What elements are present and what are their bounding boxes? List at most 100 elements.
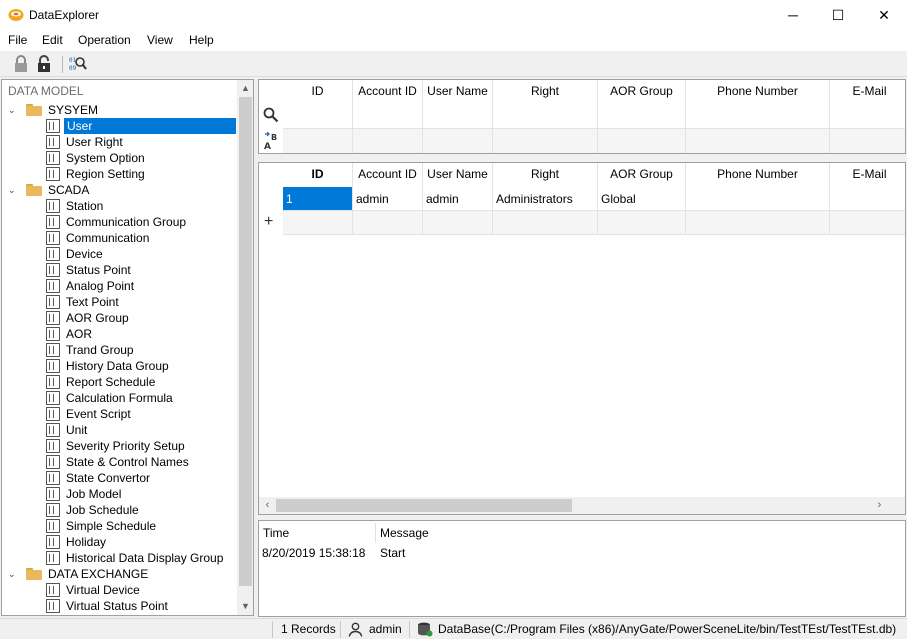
add-row-icon[interactable]: + (264, 213, 273, 231)
filter-column-header[interactable]: AOR Group (598, 80, 686, 128)
tree-item[interactable]: AOR Group (2, 310, 236, 326)
sort-az-icon[interactable]: B A (263, 132, 279, 150)
close-button[interactable]: ✕ (861, 0, 907, 30)
filter-column-header[interactable]: Phone Number (686, 80, 830, 128)
toolbar: 01 09 (0, 51, 907, 77)
tree-item[interactable]: Virtual Status Point (2, 598, 236, 614)
grid-cell[interactable]: 1 (283, 187, 353, 211)
tree-item[interactable]: Unit (2, 422, 236, 438)
tree-item[interactable]: Calculation Formula (2, 390, 236, 406)
scroll-left-arrow-icon[interactable]: ‹ (259, 497, 276, 514)
tree-item[interactable]: Severity Priority Setup (2, 438, 236, 454)
scroll-thumb[interactable] (276, 499, 572, 512)
grid-cell[interactable] (830, 187, 905, 211)
tree-item[interactable]: User Right (2, 134, 236, 150)
status-separator (340, 621, 341, 638)
tree-item[interactable]: Report Schedule (2, 374, 236, 390)
menu-operation[interactable]: Operation (78, 33, 131, 47)
filter-input-cell[interactable] (686, 128, 830, 153)
tree-item[interactable]: Simple Schedule (2, 518, 236, 534)
grid-column-header[interactable]: Right (493, 163, 598, 187)
scroll-right-arrow-icon[interactable]: › (871, 497, 888, 514)
new-row-cell[interactable] (353, 211, 423, 235)
tree-item[interactable]: Status Point (2, 262, 236, 278)
grid-column-header[interactable]: E-Mail (830, 163, 905, 187)
scroll-up-arrow-icon[interactable]: ▲ (237, 80, 253, 97)
grid-column-header[interactable]: ID (283, 163, 353, 187)
filter-input-cell[interactable] (598, 128, 686, 153)
tree-item[interactable]: Job Schedule (2, 502, 236, 518)
new-row-cell[interactable] (686, 211, 830, 235)
menu-help[interactable]: Help (189, 33, 214, 47)
tree-group[interactable]: ⌄ DATA EXCHANGE (2, 566, 236, 582)
tree-item[interactable]: Virtual Device (2, 582, 236, 598)
tree-item[interactable]: AOR (2, 326, 236, 342)
filter-column-header[interactable]: E-Mail (830, 80, 905, 128)
filter-column-header[interactable]: Right (493, 80, 598, 128)
tree-item[interactable]: Job Model (2, 486, 236, 502)
tree-item[interactable]: Historical Data Display Group (2, 550, 236, 566)
grid-cell[interactable] (686, 187, 830, 211)
tree-group-label: SYSYEM (48, 103, 99, 117)
filter-input-cell[interactable] (830, 128, 905, 153)
binary-search-icon[interactable]: 01 09 (69, 55, 87, 73)
table-icon (46, 135, 60, 149)
scroll-thumb[interactable] (239, 97, 252, 586)
tree-group[interactable]: ⌄ SYSYEM (2, 102, 236, 118)
scroll-down-arrow-icon[interactable]: ▼ (237, 598, 253, 615)
grid-cell[interactable]: Global (598, 187, 686, 211)
filter-column-header[interactable]: ID (283, 80, 353, 128)
tree-item[interactable]: Text Point (2, 294, 236, 310)
tree-item[interactable]: Trand Group (2, 342, 236, 358)
tree-item[interactable]: Communication (2, 230, 236, 246)
menu-file[interactable]: File (8, 33, 27, 47)
minimize-button[interactable]: ─ (770, 0, 816, 30)
tree-item[interactable]: System Option (2, 150, 236, 166)
filter-column-header[interactable]: User Name (423, 80, 493, 128)
menu-view[interactable]: View (147, 33, 173, 47)
new-row-cell[interactable] (283, 211, 353, 235)
chevron-down-icon[interactable]: ⌄ (8, 185, 18, 195)
tree-item[interactable]: Station (2, 198, 236, 214)
new-row-cell[interactable] (598, 211, 686, 235)
tree-item[interactable]: Communication Group (2, 214, 236, 230)
filter-input-cell[interactable] (493, 128, 598, 153)
grid-cell[interactable]: Administrators (493, 187, 598, 211)
unlock-icon[interactable] (35, 55, 53, 73)
filter-input-cell[interactable] (283, 128, 353, 153)
grid-column-header[interactable]: Account ID (353, 163, 423, 187)
tree-item[interactable]: Analog Point (2, 278, 236, 294)
table-icon (46, 519, 60, 533)
filter-input-cell[interactable] (353, 128, 423, 153)
chevron-down-icon[interactable]: ⌄ (8, 105, 18, 115)
filter-input-cell[interactable] (423, 128, 493, 153)
menu-edit[interactable]: Edit (42, 33, 63, 47)
filter-column-header[interactable]: Account ID (353, 80, 423, 128)
tree-item[interactable]: Device (2, 246, 236, 262)
new-row-cell[interactable] (423, 211, 493, 235)
tree-item[interactable]: Holiday (2, 534, 236, 550)
search-icon[interactable] (263, 107, 279, 123)
grid-cell[interactable]: admin (423, 187, 493, 211)
table-icon (46, 375, 60, 389)
table-icon (46, 279, 60, 293)
tree-item[interactable]: User (2, 118, 236, 134)
table-icon (46, 327, 60, 341)
chevron-down-icon[interactable]: ⌄ (8, 569, 18, 579)
tree-scrollbar[interactable]: ▲ ▼ (237, 80, 253, 615)
tree-item[interactable]: Region Setting (2, 166, 236, 182)
new-row-cell[interactable] (830, 211, 905, 235)
tree-group[interactable]: ⌄ SCADA (2, 182, 236, 198)
grid-column-header[interactable]: User Name (423, 163, 493, 187)
grid-column-header[interactable]: AOR Group (598, 163, 686, 187)
lock-icon[interactable] (12, 55, 30, 73)
grid-column-header[interactable]: Phone Number (686, 163, 830, 187)
tree-item[interactable]: State & Control Names (2, 454, 236, 470)
tree-item[interactable]: History Data Group (2, 358, 236, 374)
grid-cell[interactable]: admin (353, 187, 423, 211)
tree-item[interactable]: State Convertor (2, 470, 236, 486)
new-row-cell[interactable] (493, 211, 598, 235)
maximize-button[interactable]: ☐ (815, 0, 861, 30)
grid-horizontal-scrollbar[interactable]: ‹ › (259, 497, 905, 514)
tree-item[interactable]: Event Script (2, 406, 236, 422)
